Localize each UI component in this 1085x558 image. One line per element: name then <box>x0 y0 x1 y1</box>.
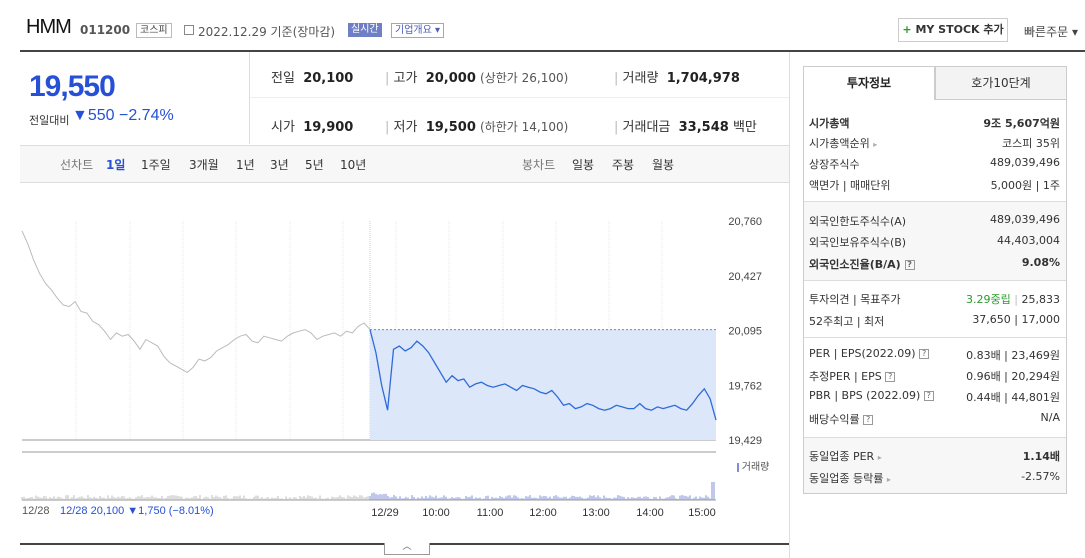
mcap-label: 시가총액 <box>809 117 850 130</box>
shares-value: 489,039,496 <box>990 156 1060 169</box>
section-divider <box>804 201 1066 202</box>
shares-label: 상장주식수 <box>809 158 860 171</box>
w52-value: 37,650 | 17,000 <box>972 313 1060 326</box>
rank-label: 시가총액순위 <box>809 137 870 150</box>
rank-value: 코스피 35위 <box>1002 137 1060 150</box>
x-tick-label: 13:00 <box>582 507 610 519</box>
foreign-limit-label: 외국인한도주식수(A) <box>809 215 907 228</box>
div-label-wrap: 배당수익률 ? <box>809 411 874 427</box>
prev-day-price-line <box>21 230 371 374</box>
foreign-hold-value: 44,403,004 <box>997 234 1060 247</box>
y-tick-label: 19,762 <box>728 380 762 392</box>
per-label-wrap: PER | EPS(2022.09) ? <box>809 347 930 360</box>
opinion-rating: 3.29중립 <box>966 293 1011 306</box>
prev-day-info: 12/28 20,100 ▼1,750 (−8.01%) <box>60 505 214 517</box>
plus-icon: + <box>902 23 912 36</box>
y-tick-label: 20,095 <box>728 326 762 338</box>
industry-rate-link[interactable]: 동일업종 등락률 ▸ <box>809 470 891 486</box>
section-divider <box>804 437 1066 438</box>
eper-value: 0.96배 | 20,294원 <box>966 370 1060 383</box>
pbr-label: PBR | BPS (2022.09) <box>809 389 921 402</box>
arrow-icon: ▸ <box>886 475 891 484</box>
help-icon[interactable]: ? <box>863 415 874 425</box>
x-tick-label: 15:00 <box>688 507 716 519</box>
eper-label-wrap: 추정PER | EPS ? <box>809 368 896 384</box>
industry-per-link[interactable]: 동일업종 PER ▸ <box>809 448 882 464</box>
foreign-ratio-label-wrap: 외국인소진율(B/A) ? <box>809 256 915 272</box>
help-icon[interactable]: ? <box>885 372 896 382</box>
par-value: 5,000원 | 1주 <box>990 179 1060 192</box>
per-value: 0.83배 | 23,469원 <box>966 349 1060 362</box>
x-tick-label: 14:00 <box>636 507 664 519</box>
side-divider <box>789 52 790 558</box>
y-tick-label: 19,429 <box>728 435 762 447</box>
foreign-ratio-label: 외국인소진율(B/A) <box>809 258 901 271</box>
volume-legend: 거래량 <box>737 458 769 473</box>
opinion-value: 3.29중립 | 25,833 <box>930 291 1060 307</box>
below-prev-close-fill <box>370 329 716 440</box>
div-label: 배당수익률 <box>809 413 860 426</box>
div-value: N/A <box>1040 411 1060 424</box>
x-tick-label: 11:00 <box>477 507 504 519</box>
section-divider <box>804 280 1066 281</box>
chevron-up-icon: ︿ <box>402 542 412 552</box>
par-label: 액면가 | 매매단위 <box>809 179 891 192</box>
mcap-value: 9조 5,607억원 <box>983 117 1060 130</box>
add-mystock-label: MY STOCK 추가 <box>915 23 1004 36</box>
x-tick-label: 10:00 <box>422 507 450 519</box>
foreign-hold-label: 외국인보유주식수(B) <box>809 236 907 249</box>
add-mystock-button[interactable]: + MY STOCK 추가 <box>898 18 1008 42</box>
volume-legend-label: 거래량 <box>741 462 770 473</box>
w52-label: 52주최고 | 최저 <box>809 315 885 328</box>
eper-label: 추정PER | EPS <box>809 370 882 383</box>
section-divider <box>804 337 1066 338</box>
volume-legend-swatch <box>737 462 739 472</box>
pbr-label-wrap: PBR | BPS (2022.09) ? <box>809 389 934 402</box>
y-tick-label: 20,427 <box>728 271 762 283</box>
quick-order-dropdown[interactable]: 빠른주문 ▾ <box>1024 23 1078 40</box>
pbr-value: 0.44배 | 44,801원 <box>966 391 1060 404</box>
industry-rate-label: 동일업종 등락률 <box>809 472 884 485</box>
industry-rate-value: -2.57% <box>1021 470 1060 483</box>
help-icon[interactable]: ? <box>919 349 930 359</box>
industry-per-value: 1.14배 <box>1022 450 1060 463</box>
collapse-toggle-button[interactable]: ︿ <box>384 543 430 555</box>
arrow-icon: ▸ <box>873 140 878 149</box>
price-chart[interactable]: 20,760 20,427 20,095 19,762 19,429 12/29 10:00… <box>0 0 790 540</box>
help-icon[interactable]: ? <box>904 260 915 270</box>
arrow-icon: ▸ <box>877 453 882 462</box>
target-price: 25,833 <box>1021 293 1061 306</box>
y-tick-label: 20,760 <box>728 216 762 228</box>
separator: | <box>1014 293 1018 306</box>
per-label: PER | EPS(2022.09) <box>809 347 916 360</box>
rank-link[interactable]: 시가총액순위 ▸ <box>809 135 877 151</box>
opinion-label: 투자의견 | 목표주가 <box>809 293 901 306</box>
x-label-prevday: 12/28 <box>22 505 50 517</box>
x-tick-label: 12/29 <box>371 507 399 519</box>
tab-order-book[interactable]: 호가10단계 <box>935 66 1067 100</box>
foreign-limit-value: 489,039,496 <box>990 213 1060 226</box>
industry-per-label: 동일업종 PER <box>809 450 875 463</box>
foreign-ratio-value: 9.08% <box>1021 256 1060 269</box>
x-tick-label: 12:00 <box>529 507 557 519</box>
tab-investment-info[interactable]: 투자정보 <box>803 66 935 100</box>
